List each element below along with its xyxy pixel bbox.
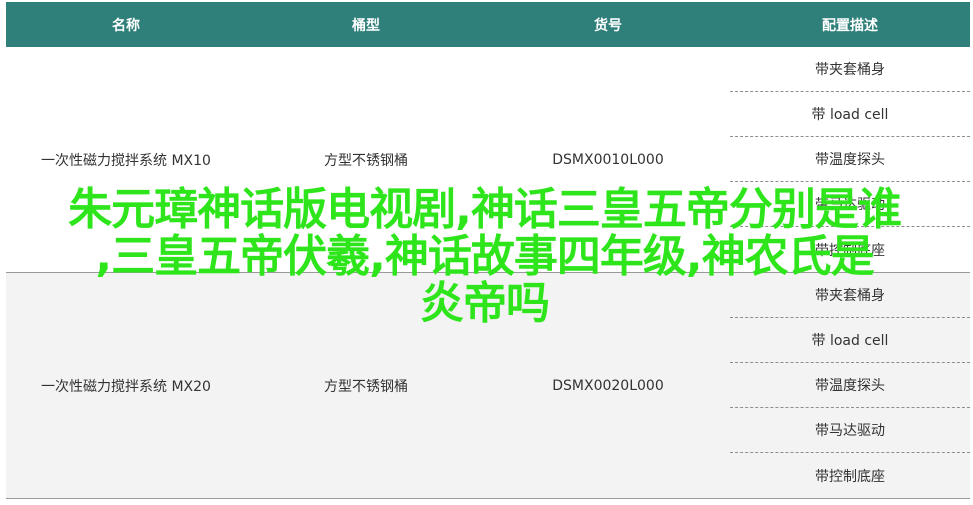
config-item: 带夹套桶身 (730, 47, 970, 92)
config-item: 带 load cell (730, 92, 970, 137)
overlay-line: ,三皇五帝伏羲,神话故事四年级,神农氏是 (95, 231, 874, 282)
overlay-line: 朱元璋神话版电视剧,神话三皇五帝分别是谁 (68, 184, 902, 235)
overlay-title: 朱元璋神话版电视剧,神话三皇五帝分别是谁 ,三皇五帝伏羲,神话故事四年级,神农氏… (12, 186, 957, 327)
config-item: 带马达驱动 (730, 408, 970, 453)
overlay-line: 炎帝吗 (420, 278, 550, 329)
config-item: 带控制底座 (815, 468, 885, 485)
header-name: 名称 (112, 17, 140, 34)
config-item: 带温度探头 (730, 137, 970, 182)
header-config: 配置描述 (822, 17, 878, 34)
table-header: 名称 桶型 货号 配置描述 (6, 2, 970, 47)
row-divider (6, 498, 970, 499)
config-item: 带温度探头 (730, 363, 970, 408)
header-barrel: 桶型 (352, 17, 380, 34)
header-sku: 货号 (594, 17, 622, 34)
